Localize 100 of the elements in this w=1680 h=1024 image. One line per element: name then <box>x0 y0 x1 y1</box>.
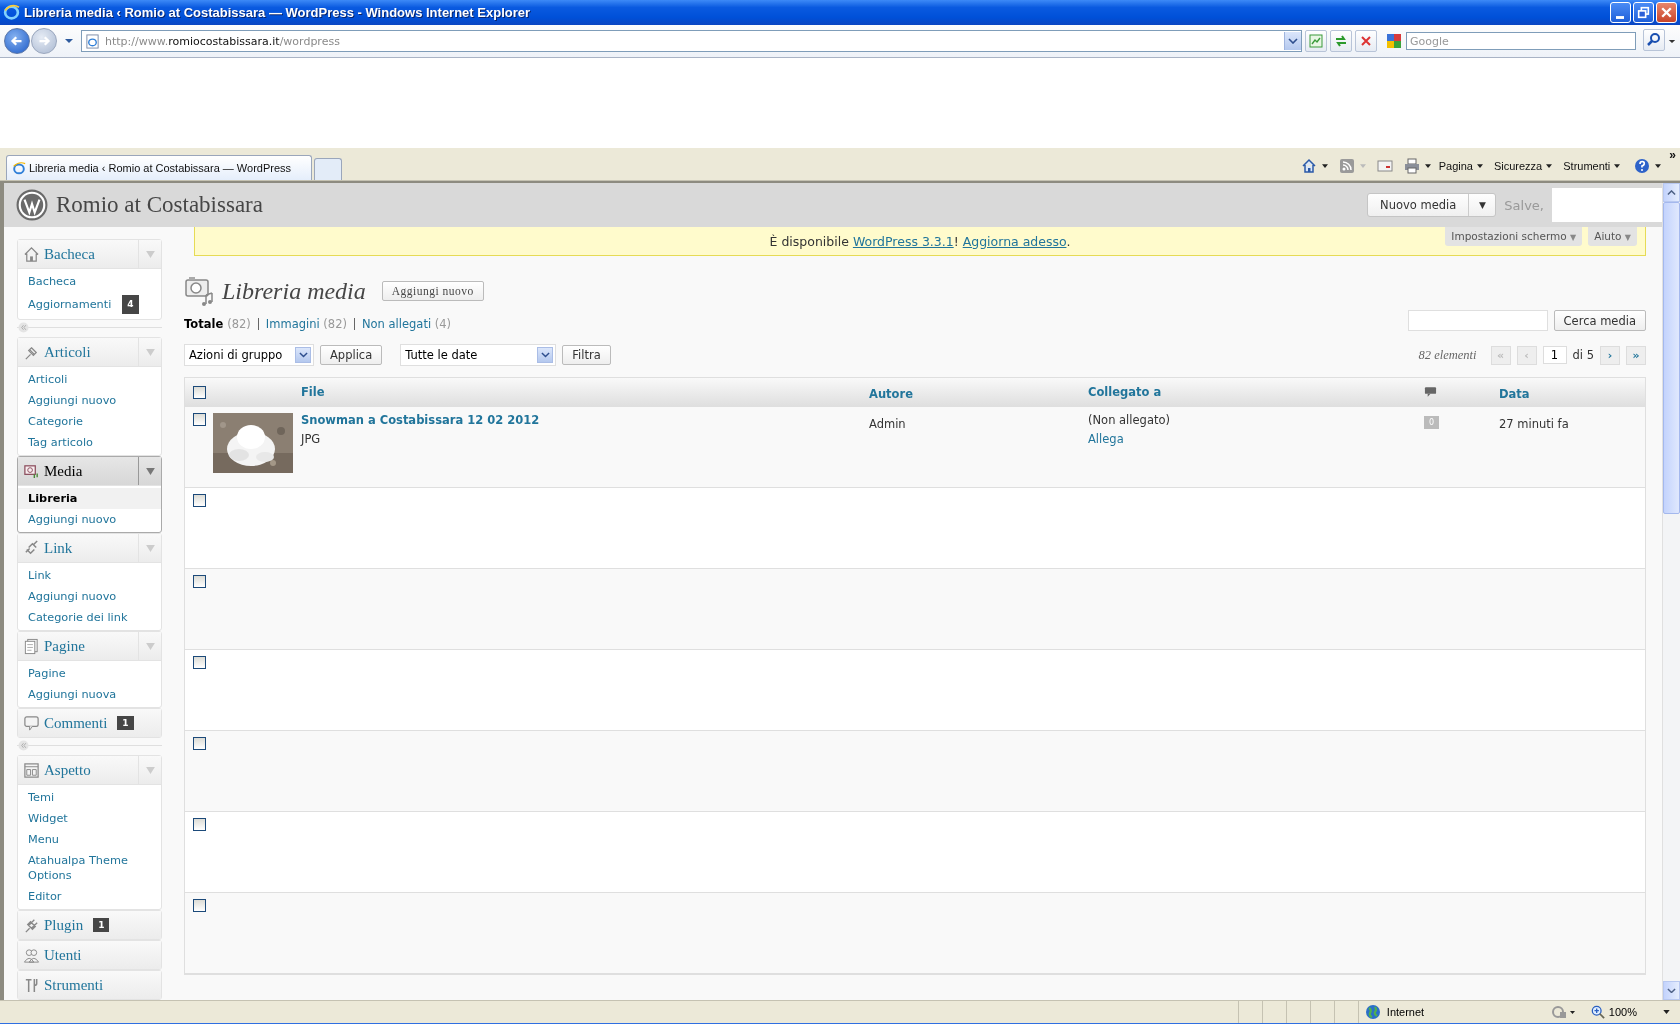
menu-section[interactable]: Media <box>18 457 161 485</box>
browser-tab[interactable]: Libreria media ‹ Romio at Costabissara — WordPress <box>6 155 313 180</box>
menu-item[interactable]: Aggiornamenti 4 <box>18 292 161 317</box>
caret-icon[interactable] <box>1655 164 1662 168</box>
screen-tab[interactable]: Impostazioni schermo ▼ <box>1445 227 1583 246</box>
menu-item[interactable]: Menu <box>18 829 161 850</box>
menu-section[interactable]: Bacheca <box>18 240 161 268</box>
add-new-button[interactable]: Aggiungi nuovo <box>381 281 484 301</box>
bulk-actions-select[interactable]: Azioni di gruppo <box>184 344 314 366</box>
menu-item[interactable]: Editor <box>18 886 161 907</box>
filter-link[interactable]: Non allegati (4) <box>361 317 452 331</box>
menu-section[interactable]: Pagine <box>18 632 161 660</box>
menu-section[interactable]: Strumenti <box>18 971 161 999</box>
close-button[interactable] <box>1656 2 1677 23</box>
attached-status: (Non allegato) <box>1088 413 1171 427</box>
filter-link[interactable]: Immagini (82) <box>265 317 347 331</box>
history-dropdown-icon[interactable] <box>64 38 74 44</box>
menu-item[interactable]: Widget <box>18 808 161 829</box>
command-menu[interactable]: Sicurezza <box>1490 160 1556 172</box>
back-button[interactable] <box>4 28 30 54</box>
menu-section[interactable]: Utenti <box>18 941 161 969</box>
menu-section[interactable]: Articoli <box>18 338 161 366</box>
search-button[interactable] <box>1643 29 1665 51</box>
feed-icon[interactable] <box>1338 158 1355 174</box>
checkbox[interactable] <box>192 494 206 507</box>
column-header[interactable]: Autore <box>869 386 913 401</box>
checkbox[interactable] <box>192 385 206 399</box>
column-header[interactable]: Data <box>1499 386 1530 401</box>
next-page-button[interactable]: › <box>1600 345 1620 365</box>
screen-tab[interactable]: Aiuto ▼ <box>1588 227 1637 246</box>
command-menu[interactable]: Strumenti <box>1560 160 1624 172</box>
menu-item[interactable]: Categorie <box>18 411 161 432</box>
stop-button[interactable] <box>1355 30 1377 52</box>
menu-item[interactable]: Aggiungi nuova <box>18 684 161 705</box>
scrollbar[interactable] <box>1662 183 1680 1000</box>
search-provider-icon[interactable] <box>1386 33 1402 49</box>
compatibility-button[interactable] <box>1305 30 1327 52</box>
caret-icon[interactable] <box>1321 164 1328 168</box>
page-number-field[interactable]: 1 <box>1542 346 1567 364</box>
caret-icon <box>1476 164 1483 168</box>
menu-section[interactable]: Link <box>18 534 161 562</box>
caret-icon <box>540 352 550 358</box>
protected-mode-icon[interactable] <box>1550 1004 1575 1020</box>
restore-button[interactable] <box>1633 2 1654 23</box>
new-media-button[interactable]: Nuovo media ▼ <box>1367 193 1497 217</box>
menu-section[interactable]: Plugin 1 <box>18 911 161 939</box>
menu-item[interactable]: Tag articolo <box>18 432 161 453</box>
apply-button[interactable]: Applica <box>320 345 383 365</box>
menu-section[interactable]: Commenti 1 <box>18 709 161 737</box>
count-badge: 4 <box>122 295 139 314</box>
page-total: di 5 <box>1572 348 1594 362</box>
column-header[interactable]: Collegato a <box>1088 385 1420 399</box>
search-media-button[interactable]: Cerca media <box>1553 310 1646 331</box>
menu-item[interactable]: Temi <box>18 787 161 808</box>
column-header[interactable]: File <box>301 385 869 399</box>
menu-item[interactable]: Aggiungi nuovo <box>18 390 161 411</box>
author-text: Admin <box>869 417 906 431</box>
zoom-button[interactable]: 100% <box>1590 1005 1670 1019</box>
command-menu[interactable]: Pagina <box>1435 160 1486 172</box>
checkbox[interactable] <box>192 413 206 426</box>
menu-item[interactable]: Aggiungi nuovo <box>18 586 161 607</box>
date-select[interactable]: Tutte le date <box>400 344 557 366</box>
menu-item[interactable]: Libreria <box>18 488 161 509</box>
mail-icon[interactable] <box>1376 158 1393 174</box>
refresh-button[interactable] <box>1330 30 1352 52</box>
checkbox[interactable] <box>192 656 206 669</box>
checkbox[interactable] <box>192 737 206 750</box>
version-link[interactable]: WordPress 3.3.1 <box>852 233 954 249</box>
last-page-button[interactable]: » <box>1626 345 1646 365</box>
search-field[interactable]: Google <box>1406 32 1636 50</box>
address-field[interactable]: http://www.romiocostabissara.it/wordpress <box>81 30 1302 52</box>
caret-icon[interactable] <box>1424 164 1431 168</box>
menu-section[interactable]: Aspetto <box>18 756 161 784</box>
chart-icon <box>1308 33 1324 49</box>
overflow-chevron[interactable]: » <box>1669 148 1676 162</box>
home-icon[interactable] <box>1300 158 1317 174</box>
scroll-down-icon[interactable] <box>1667 987 1676 994</box>
menu-item[interactable]: Aggiungi nuovo <box>18 509 161 530</box>
checkbox[interactable] <box>192 575 206 588</box>
page-title: Libreria media <box>222 277 366 305</box>
site-title[interactable]: Romio at Costabissara <box>56 192 263 218</box>
menu-item[interactable]: Pagine <box>18 663 161 684</box>
checkbox[interactable] <box>192 899 206 912</box>
print-icon[interactable] <box>1403 158 1420 174</box>
minimize-button[interactable] <box>1610 2 1631 23</box>
menu-item[interactable]: Atahualpa Theme Options <box>18 850 161 886</box>
file-title-link[interactable]: Snowman a Costabissara 12 02 2012 <box>301 413 869 427</box>
help-icon[interactable] <box>1634 158 1651 174</box>
menu-item[interactable]: Link <box>18 565 161 586</box>
filter-link[interactable]: Totale (82) <box>184 317 251 331</box>
scroll-up-icon[interactable] <box>1667 189 1676 196</box>
search-options-icon[interactable] <box>1668 38 1676 44</box>
caret-icon[interactable] <box>1288 38 1298 44</box>
filter-button[interactable]: Filtra <box>562 345 611 365</box>
checkbox[interactable] <box>192 818 206 831</box>
menu-item[interactable]: Categorie dei link <box>18 607 161 628</box>
media-search-field[interactable] <box>1407 310 1548 331</box>
menu-item[interactable]: Articoli <box>18 369 161 390</box>
menu-item[interactable]: Bacheca <box>18 271 161 292</box>
attach-link[interactable]: Allega <box>1088 432 1420 446</box>
